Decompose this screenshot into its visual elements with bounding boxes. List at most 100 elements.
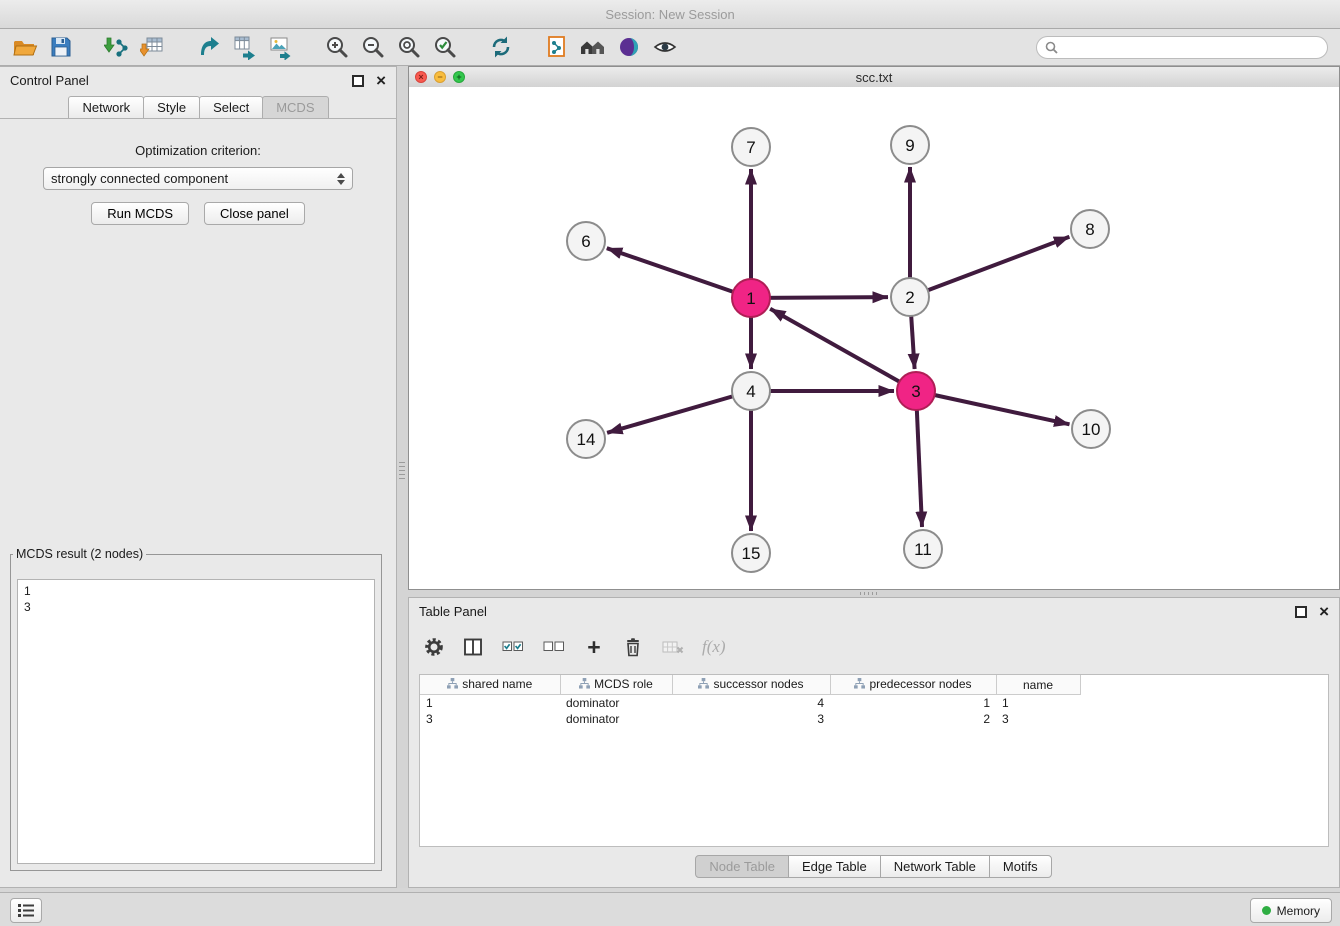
- cell-mcds-role[interactable]: dominator: [560, 695, 672, 712]
- network-analyzer-button[interactable]: [578, 32, 608, 62]
- graph-edge-3-10[interactable]: [916, 391, 1070, 424]
- zoom-fit-icon: [396, 34, 422, 60]
- network-window-titlebar: × − + scc.txt: [409, 67, 1339, 88]
- import-table-icon: [140, 34, 166, 60]
- minimize-window-button[interactable]: −: [434, 71, 446, 83]
- vizmap-button[interactable]: [614, 32, 644, 62]
- search-input[interactable]: [1063, 40, 1319, 56]
- cell-name[interactable]: 1: [996, 695, 1080, 712]
- graph-node-14[interactable]: 14: [567, 420, 605, 458]
- cell-successor-nodes[interactable]: 3: [672, 711, 830, 727]
- cell-predecessor-nodes[interactable]: 1: [830, 695, 996, 712]
- search-field[interactable]: [1036, 36, 1328, 59]
- graph-node-label: 9: [905, 136, 914, 155]
- tab-style[interactable]: Style: [143, 96, 200, 118]
- window-titlebar: Session: New Session: [0, 0, 1340, 29]
- graph-node-9[interactable]: 9: [891, 126, 929, 164]
- column-header-shared-name[interactable]: shared name: [420, 675, 560, 695]
- control-panel-title: Control Panel: [10, 73, 352, 88]
- save-session-button[interactable]: [46, 32, 76, 62]
- tab-mcds[interactable]: MCDS: [262, 96, 328, 118]
- float-panel-icon[interactable]: [352, 75, 364, 87]
- graph-node-11[interactable]: 11: [904, 530, 942, 568]
- graph-edge-3-11[interactable]: [916, 391, 922, 527]
- graph-node-1[interactable]: 1: [732, 279, 770, 317]
- column-header-mcds-role[interactable]: MCDS role: [560, 675, 672, 695]
- cell-mcds-role[interactable]: dominator: [560, 711, 672, 727]
- graph-node-2[interactable]: 2: [891, 278, 929, 316]
- float-table-panel-icon[interactable]: [1295, 606, 1307, 618]
- tab-network[interactable]: Network: [68, 96, 144, 118]
- close-panel-icon[interactable]: ×: [376, 74, 386, 88]
- column-header-name[interactable]: name: [996, 675, 1080, 695]
- cell-shared-name[interactable]: 3: [420, 711, 560, 727]
- horizontal-splitter[interactable]: [408, 590, 1340, 597]
- tab-node-table[interactable]: Node Table: [695, 855, 789, 878]
- status-bar: Memory: [0, 892, 1340, 926]
- table-row[interactable]: 3 dominator 3 2 3: [420, 711, 1080, 727]
- column-type-icon: [447, 678, 458, 692]
- unselect-all-button[interactable]: [542, 635, 566, 659]
- add-column-button[interactable]: +: [583, 635, 605, 659]
- run-mcds-button[interactable]: Run MCDS: [91, 202, 189, 225]
- export-table-button[interactable]: [230, 32, 260, 62]
- open-session-button[interactable]: [10, 32, 40, 62]
- delete-button[interactable]: [622, 635, 644, 659]
- application-window: Session: New Session: [0, 0, 1340, 926]
- tab-motifs[interactable]: Motifs: [989, 855, 1052, 878]
- show-columns-button[interactable]: [462, 635, 484, 659]
- close-panel-button[interactable]: Close panel: [204, 202, 305, 225]
- column-header-predecessor-nodes[interactable]: predecessor nodes: [830, 675, 996, 695]
- graph-edge-4-14[interactable]: [607, 391, 751, 433]
- graph-edge-1-6[interactable]: [607, 248, 751, 298]
- table-toolbar: + f(x): [423, 628, 726, 666]
- graph-node-3[interactable]: 3: [897, 372, 935, 410]
- zoom-fit-button[interactable]: [394, 32, 424, 62]
- cell-name[interactable]: 3: [996, 711, 1080, 727]
- refresh-button[interactable]: [486, 32, 516, 62]
- task-history-button[interactable]: [10, 898, 42, 923]
- column-type-icon: [854, 678, 865, 692]
- criterion-select[interactable]: strongly connected component: [43, 167, 353, 190]
- export-image-button[interactable]: [266, 32, 296, 62]
- zoom-in-button[interactable]: [322, 32, 352, 62]
- page-layout-button[interactable]: [542, 32, 572, 62]
- tab-network-table[interactable]: Network Table: [880, 855, 990, 878]
- import-network-button[interactable]: [102, 32, 132, 62]
- graph-edge-3-1[interactable]: [770, 309, 916, 391]
- graph-edge-2-8[interactable]: [910, 237, 1069, 297]
- tab-edge-table[interactable]: Edge Table: [788, 855, 881, 878]
- network-canvas[interactable]: 7 9 6 8 1 2 4 3 14 10 15 11: [409, 87, 1339, 589]
- main-toolbar: [0, 29, 1340, 66]
- graph-node-label: 8: [1085, 220, 1094, 239]
- cell-shared-name[interactable]: 1: [420, 695, 560, 712]
- zoom-out-button[interactable]: [358, 32, 388, 62]
- graph-node-label: 1: [746, 289, 755, 308]
- tab-select[interactable]: Select: [199, 96, 263, 118]
- graph-node-8[interactable]: 8: [1071, 210, 1109, 248]
- result-line: 1: [24, 583, 368, 599]
- vertical-splitter[interactable]: [397, 66, 408, 888]
- close-table-panel-icon[interactable]: ×: [1319, 605, 1329, 619]
- zoom-window-button[interactable]: +: [453, 71, 465, 83]
- graph-node-6[interactable]: 6: [567, 222, 605, 260]
- cell-successor-nodes[interactable]: 4: [672, 695, 830, 712]
- close-window-button[interactable]: ×: [415, 71, 427, 83]
- import-table-button[interactable]: [138, 32, 168, 62]
- graph-node-10[interactable]: 10: [1072, 410, 1110, 448]
- export-image-icon: [268, 34, 294, 60]
- column-header-successor-nodes[interactable]: successor nodes: [672, 675, 830, 695]
- graph-edge-1-2[interactable]: [751, 297, 888, 298]
- select-all-button[interactable]: [501, 635, 525, 659]
- table-settings-button[interactable]: [423, 635, 445, 659]
- graph-node-4[interactable]: 4: [732, 372, 770, 410]
- table-row[interactable]: 1 dominator 4 1 1: [420, 695, 1080, 712]
- graph-node-15[interactable]: 15: [732, 534, 770, 572]
- network-graph[interactable]: 7 9 6 8 1 2 4 3 14 10 15 11: [409, 87, 1339, 589]
- zoom-selected-button[interactable]: [430, 32, 460, 62]
- show-hide-button[interactable]: [650, 32, 680, 62]
- cell-predecessor-nodes[interactable]: 2: [830, 711, 996, 727]
- export-network-button[interactable]: [194, 32, 224, 62]
- memory-button[interactable]: Memory: [1250, 898, 1332, 923]
- graph-node-7[interactable]: 7: [732, 128, 770, 166]
